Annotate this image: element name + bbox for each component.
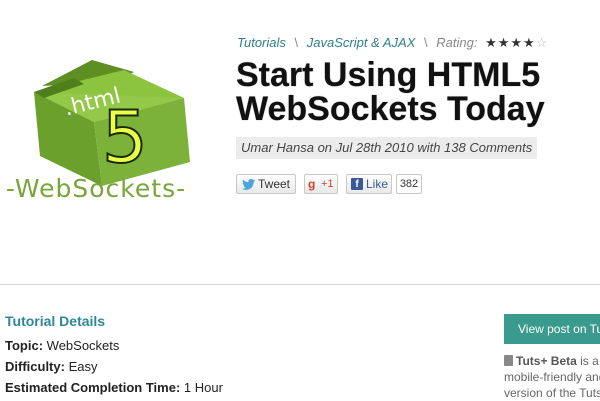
facebook-like-button[interactable]: f Like [346, 174, 392, 194]
google-plus-icon: g [308, 177, 316, 191]
detail-row-topic: Topic: WebSockets [5, 335, 223, 356]
facebook-like-count: 382 [396, 174, 422, 194]
breadcrumb-separator: \ [294, 35, 299, 50]
twitter-bird-icon [242, 179, 255, 190]
view-post-button[interactable]: View post on Tuts+ [504, 314, 600, 344]
star-icon-filled: ★★★★ [485, 35, 536, 50]
mobile-device-icon [504, 355, 513, 366]
beta-text-3: version of the Tuts+ [504, 386, 600, 400]
detail-value: WebSockets [46, 338, 120, 353]
google-plus-label: +1 [321, 178, 334, 190]
detail-row-difficulty: Difficulty: Easy [5, 356, 223, 377]
websockets-wordmark: -WebSockets- [5, 174, 187, 203]
rating-stars: ★★★★☆ [485, 35, 548, 50]
detail-label: Topic: [5, 338, 44, 353]
breadcrumb: Tutorials \ JavaScript & AJAX \ Rating: … [237, 35, 548, 51]
detail-label: Estimated Completion Time: [5, 380, 181, 395]
detail-value: 1 Hour [183, 380, 223, 395]
article-title-line-1: Start Using HTML5 [236, 56, 541, 94]
detail-label: Difficulty: [5, 359, 65, 374]
google-plus-button[interactable]: g +1 [304, 174, 338, 194]
html5-number: 5 [101, 94, 149, 180]
facebook-icon: f [351, 178, 363, 190]
article-byline[interactable]: Umar Hansa on Jul 28th 2010 with 138 Com… [236, 137, 538, 159]
breadcrumb-javascript-ajax[interactable]: JavaScript & AJAX [307, 35, 416, 50]
beta-text-1: is a [580, 354, 599, 368]
detail-row-completion-time: Estimated Completion Time: 1 Hour [5, 377, 223, 398]
breadcrumb-separator: \ [424, 35, 428, 50]
section-divider [0, 284, 600, 285]
rating-label: Rating: [436, 35, 478, 50]
tutorial-details-heading: Tutorial Details [5, 313, 106, 329]
detail-value: Easy [68, 359, 98, 374]
star-icon-empty: ☆ [535, 35, 549, 50]
facebook-like-label: Like [366, 177, 389, 191]
beta-title: Tuts+ Beta [516, 354, 577, 368]
tweet-button[interactable]: Tweet [236, 174, 296, 194]
tweet-label: Tweet [258, 177, 291, 191]
tutorial-details: Tutorial Details Topic: WebSockets Diffi… [5, 313, 223, 398]
tuts-beta-notice: Tuts+ Beta is a mobile-friendly and vers… [504, 353, 600, 401]
article-title-line-2: WebSockets Today [236, 90, 545, 128]
beta-text-2: mobile-friendly and [504, 370, 600, 384]
article-title: Start Using HTML5 WebSockets Today [236, 58, 596, 126]
breadcrumb-tutorials[interactable]: Tutorials [237, 35, 286, 50]
